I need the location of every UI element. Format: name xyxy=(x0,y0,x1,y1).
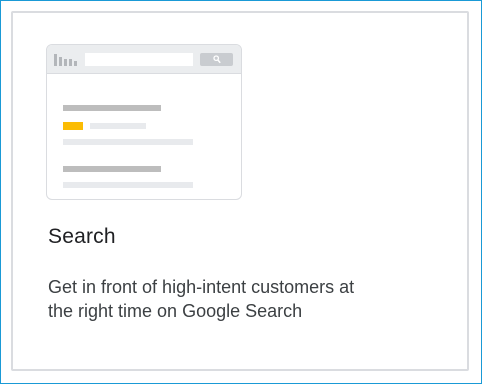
result-title-line xyxy=(63,166,161,172)
illustration-search-button xyxy=(200,53,233,66)
result-snippet-line xyxy=(63,139,193,145)
search-results-illustration xyxy=(46,44,242,200)
card-description: Get in front of high-intent customers at… xyxy=(48,277,355,321)
illustration-search-field xyxy=(85,53,193,66)
illustration-browser-bar xyxy=(47,45,241,74)
card-title: Search xyxy=(48,225,116,248)
result-snippet-line xyxy=(63,182,193,188)
result-title-line xyxy=(63,105,161,111)
result-url-line xyxy=(90,123,146,129)
selection-frame: Search Get in front of high-intent custo… xyxy=(0,0,482,384)
ad-badge xyxy=(63,122,83,130)
campaign-type-card-search[interactable]: Search Get in front of high-intent custo… xyxy=(11,11,469,371)
magnifier-search-icon xyxy=(213,55,221,64)
